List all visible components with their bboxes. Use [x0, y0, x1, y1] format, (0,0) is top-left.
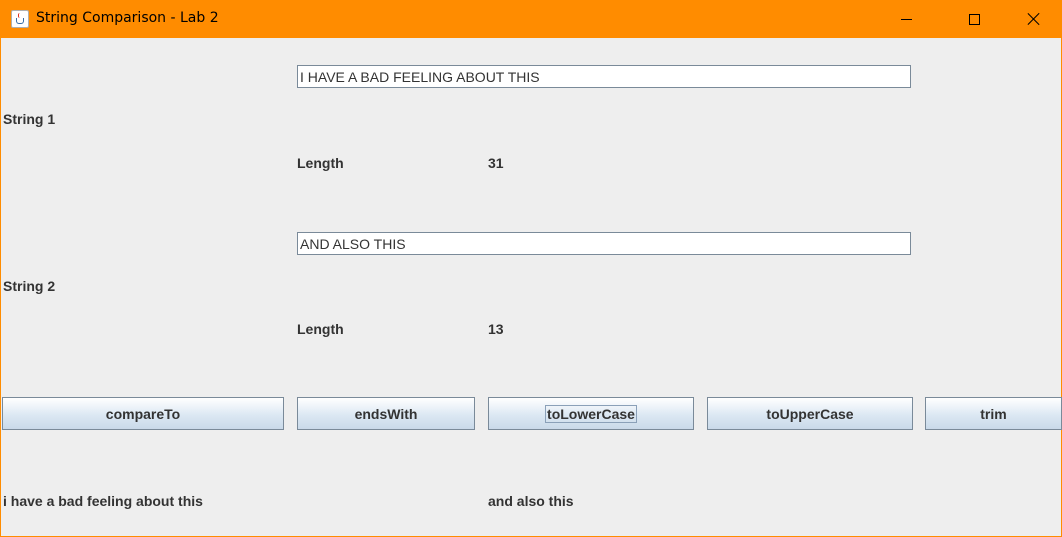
java-cup-icon [11, 10, 29, 28]
string2-label: String 2 [3, 278, 56, 294]
string1-length-label: Length [297, 155, 344, 171]
maximize-button[interactable] [951, 0, 997, 38]
string1-input[interactable] [297, 65, 911, 88]
string2-length-value: 13 [488, 321, 504, 337]
window-title: String Comparison - Lab 2 [36, 10, 219, 26]
string1-length-value: 31 [488, 155, 504, 171]
close-icon [1027, 12, 1041, 26]
result2-text: and also this [488, 493, 574, 509]
close-button[interactable] [1011, 0, 1057, 38]
maximize-icon [968, 13, 980, 25]
tolowercase-button-label: toLowerCase [545, 404, 637, 423]
string1-label: String 1 [3, 111, 56, 127]
minimize-button[interactable] [883, 0, 929, 38]
result1-text: i have a bad feeling about this [3, 493, 203, 509]
title-bar[interactable]: String Comparison - Lab 2 [1, 0, 1062, 38]
string2-length-label: Length [297, 321, 344, 337]
trim-button[interactable]: trim [925, 397, 1062, 430]
string2-input[interactable] [297, 232, 911, 255]
endswith-button[interactable]: endsWith [297, 397, 475, 430]
compareto-button[interactable]: compareTo [2, 397, 284, 430]
minimize-icon [900, 18, 912, 20]
tolowercase-button[interactable]: toLowerCase [488, 397, 694, 430]
touppercase-button[interactable]: toUpperCase [707, 397, 913, 430]
